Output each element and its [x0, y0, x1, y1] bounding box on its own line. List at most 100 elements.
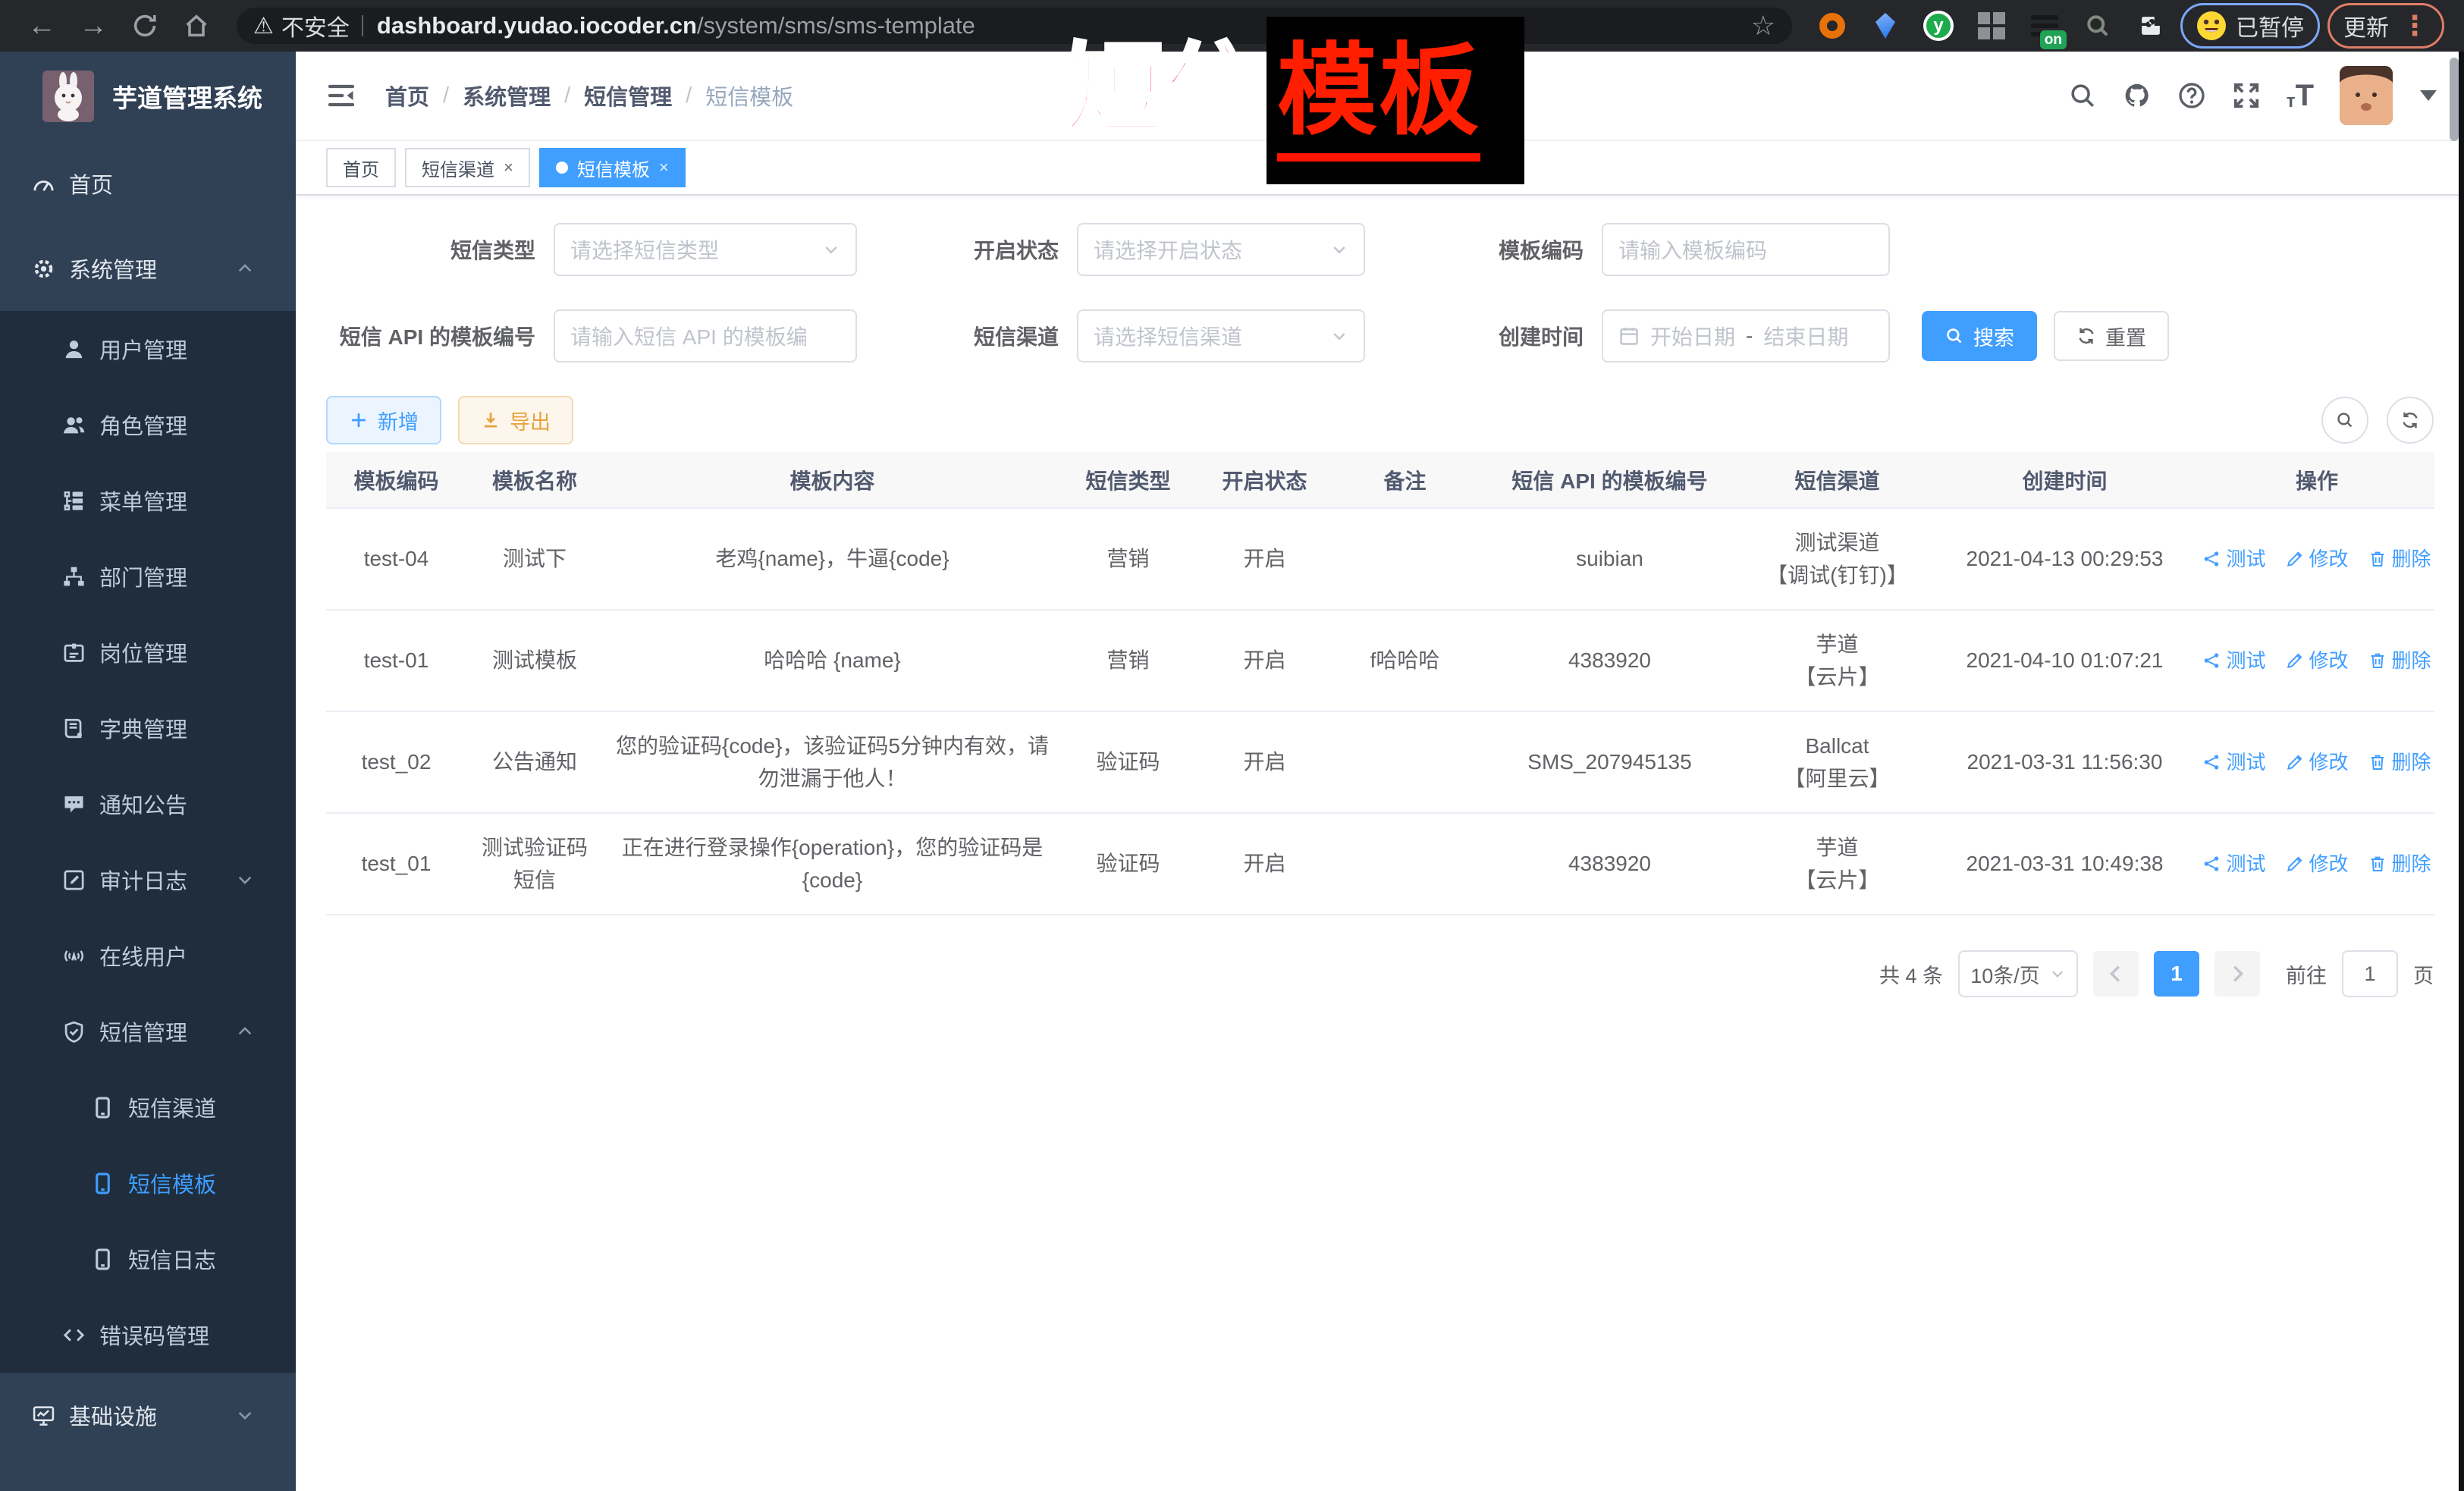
- breadcrumb-item[interactable]: 系统管理: [463, 80, 551, 111]
- share-icon: [2202, 855, 2221, 873]
- browser-home-icon[interactable]: [174, 12, 218, 39]
- sidebar-item[interactable]: 短信管理: [0, 993, 296, 1069]
- tab[interactable]: 首页: [326, 148, 396, 187]
- template-table: 模板编码模板名称模板内容短信类型开启状态备注短信 API 的模板编号短信渠道创建…: [326, 452, 2434, 915]
- extension-gem-icon[interactable]: [1869, 10, 1901, 42]
- avatar-caret-icon[interactable]: [2420, 90, 2437, 101]
- status-select[interactable]: 请选择开启状态: [1077, 223, 1365, 276]
- browser-reload-icon[interactable]: [123, 12, 167, 39]
- help-icon[interactable]: [2177, 81, 2206, 110]
- sidebar-toggle-icon[interactable]: [326, 80, 356, 111]
- browser-forward-icon[interactable]: →: [71, 10, 115, 42]
- tab-close-icon[interactable]: ×: [504, 158, 513, 177]
- api-template-id-label: 短信 API 的模板编号: [326, 321, 554, 351]
- tab[interactable]: 短信渠道×: [405, 148, 530, 187]
- sidebar-item[interactable]: 字典管理: [0, 690, 296, 766]
- browser-back-icon[interactable]: ←: [20, 10, 64, 42]
- create-time-range-picker[interactable]: 开始日期 - 结束日期: [1602, 309, 1890, 363]
- browser-menu-icon[interactable]: ⋮: [2401, 12, 2428, 39]
- add-button[interactable]: 新增: [326, 396, 441, 444]
- sidebar-item[interactable]: 岗位管理: [0, 614, 296, 690]
- edit-link[interactable]: 修改: [2286, 544, 2349, 574]
- edit-label: 修改: [2309, 645, 2349, 676]
- extension-orange-icon[interactable]: [1816, 10, 1848, 42]
- table-cell-name: 测试模板: [466, 610, 603, 711]
- pencil-icon: [2286, 753, 2304, 771]
- delete-link[interactable]: 删除: [2368, 747, 2431, 777]
- sidebar-item[interactable]: 系统管理: [0, 226, 296, 311]
- extension-list-icon[interactable]: on: [2029, 10, 2061, 42]
- tab-close-icon[interactable]: ×: [659, 158, 669, 177]
- test-label: 测试: [2226, 849, 2265, 879]
- test-link[interactable]: 测试: [2202, 544, 2265, 574]
- prev-page-button[interactable]: [2093, 951, 2139, 997]
- page-size-select[interactable]: 10条/页: [1958, 950, 2078, 997]
- filter-sms-type: 短信类型 请选择短信类型: [326, 223, 857, 276]
- tab-label: 首页: [343, 155, 379, 181]
- monitor-icon: [32, 1404, 55, 1427]
- page-number-button[interactable]: 1: [2154, 951, 2199, 997]
- sidebar-item[interactable]: 菜单管理: [0, 463, 296, 538]
- reset-button[interactable]: 重置: [2054, 311, 2169, 361]
- extension-grid-icon[interactable]: [1976, 10, 2007, 42]
- sidebar-item[interactable]: 通知公告: [0, 766, 296, 842]
- gauge-icon: [32, 172, 55, 196]
- column-header: 短信类型: [1062, 452, 1194, 508]
- sidebar-item[interactable]: 用户管理: [0, 311, 296, 387]
- sidebar-item[interactable]: 首页: [0, 141, 296, 226]
- delete-link[interactable]: 删除: [2368, 849, 2431, 879]
- delete-label: 删除: [2392, 544, 2431, 574]
- breadcrumb-item[interactable]: 短信管理: [584, 80, 672, 111]
- sms-type-select[interactable]: 请选择短信类型: [554, 223, 857, 276]
- refresh-table-icon[interactable]: [2387, 397, 2434, 444]
- table-cell-type: 验证码: [1062, 813, 1194, 915]
- breadcrumb-item[interactable]: 首页: [385, 80, 429, 111]
- edit-link[interactable]: 修改: [2286, 747, 2349, 777]
- template-code-input[interactable]: 请输入模板编码: [1602, 223, 1890, 276]
- sidebar-item-label: 菜单管理: [99, 485, 187, 516]
- sidebar-item[interactable]: 错误码管理: [0, 1297, 296, 1373]
- sidebar-item[interactable]: 角色管理: [0, 387, 296, 463]
- logo-row[interactable]: 芋道管理系统: [0, 52, 296, 141]
- delete-link[interactable]: 删除: [2368, 645, 2431, 676]
- bookmark-star-icon[interactable]: ☆: [1751, 10, 1775, 42]
- search-icon[interactable]: [2068, 81, 2097, 110]
- sidebar-item[interactable]: 审计日志: [0, 842, 296, 918]
- sidebar-item[interactable]: 短信模板: [0, 1145, 296, 1221]
- goto-page-input[interactable]: 1: [2342, 950, 2398, 997]
- sidebar-item[interactable]: 短信渠道: [0, 1069, 296, 1145]
- github-icon[interactable]: [2123, 81, 2152, 110]
- export-button[interactable]: 导出: [458, 396, 573, 444]
- id-badge-icon: [62, 641, 86, 664]
- sidebar-item[interactable]: 部门管理: [0, 538, 296, 614]
- font-size-icon[interactable]: тT: [2287, 80, 2314, 111]
- edit-link[interactable]: 修改: [2286, 645, 2349, 676]
- next-page-button[interactable]: [2214, 951, 2260, 997]
- channel-select[interactable]: 请选择短信渠道: [1077, 309, 1365, 363]
- extension-puzzle-icon[interactable]: [2135, 10, 2167, 42]
- search-button[interactable]: 搜索: [1922, 311, 2037, 361]
- browser-update-chip[interactable]: 更新 ⋮: [2327, 3, 2444, 49]
- sidebar-item[interactable]: 基础设施: [0, 1373, 296, 1458]
- table-cell-content: 老鸡{name}，牛逼{code}: [603, 508, 1062, 610]
- test-link[interactable]: 测试: [2202, 645, 2265, 676]
- column-header: 备注: [1335, 452, 1475, 508]
- test-link[interactable]: 测试: [2202, 849, 2265, 879]
- delete-link[interactable]: 删除: [2368, 544, 2431, 574]
- edit-link[interactable]: 修改: [2286, 849, 2349, 879]
- user-avatar[interactable]: [2340, 66, 2393, 125]
- hide-search-icon[interactable]: [2321, 397, 2368, 444]
- delete-label: 删除: [2392, 849, 2431, 879]
- extension-lens-icon[interactable]: [2082, 10, 2114, 42]
- test-link[interactable]: 测试: [2202, 747, 2265, 777]
- api-template-id-input[interactable]: 请输入短信 API 的模板编: [554, 309, 857, 363]
- address-bar[interactable]: ⚠ 不安全 dashboard.yudao.iocoder.cn /system…: [237, 8, 1792, 44]
- extension-y-icon[interactable]: y: [1923, 10, 1954, 42]
- browser-profile-chip[interactable]: 已暂停: [2180, 3, 2320, 49]
- fullscreen-icon[interactable]: [2232, 81, 2261, 110]
- org-tree-icon: [62, 565, 86, 589]
- sidebar-item[interactable]: 在线用户: [0, 918, 296, 993]
- sidebar-item[interactable]: 短信日志: [0, 1221, 296, 1297]
- tab[interactable]: 短信模板×: [539, 148, 686, 187]
- scrollbar-thumb[interactable]: [2450, 58, 2459, 141]
